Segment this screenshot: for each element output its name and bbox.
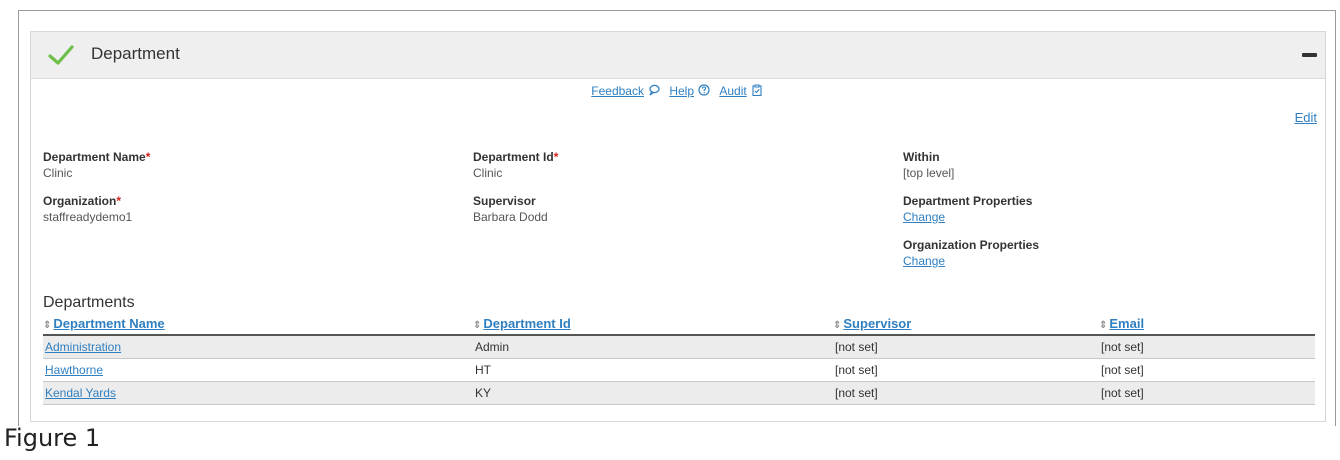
screenshot-frame: Department Feedback Help Audit Edit Depa… [18,10,1336,426]
department-id-cell: KY [473,381,833,405]
field-department-name: Department Name* Clinic [43,150,150,180]
department-id-cell: Admin [473,335,833,359]
field-organization: Organization* staffreadydemo1 [43,194,132,224]
help-circle-icon [698,84,710,96]
department-name-link[interactable]: Kendal Yards [45,386,116,400]
clipboard-check-icon [752,84,762,96]
field-value: Barbara Dodd [473,210,548,224]
email-cell: [not set] [1099,381,1315,405]
sort-icon: ⇕ [473,320,482,331]
field-label: Within [903,150,940,164]
card-title: Department [91,44,180,63]
required-marker: * [553,150,559,164]
department-card: Department Feedback Help Audit Edit Depa… [30,31,1326,422]
field-value: [top level] [903,166,955,180]
sort-icon: ⇕ [833,320,842,331]
departments-section-title: Departments [43,294,135,311]
department-name-link[interactable]: Administration [45,340,121,354]
required-marker: * [145,150,151,164]
help-link[interactable]: Help [669,84,694,98]
table-row[interactable]: Kendal Yards KY [not set] [not set] [43,381,1315,405]
email-cell: [not set] [1099,358,1315,382]
field-label: Department Name [43,150,146,164]
sort-icon: ⇕ [43,320,52,331]
feedback-link[interactable]: Feedback [591,84,644,98]
minus-icon[interactable] [1302,53,1317,57]
required-marker: * [116,194,122,208]
field-organization-properties: Organization Properties Change [903,238,1039,268]
organization-properties-change-link[interactable]: Change [903,254,1039,268]
table-header-row: ⇕ Department Name ⇕ Department Id ⇕ Supervi… [43,314,1315,336]
column-header-supervisor[interactable]: ⇕ Supervisor [833,314,1099,336]
field-label: Organization [43,194,117,208]
table-row[interactable]: Hawthorne HT [not set] [not set] [43,358,1315,382]
field-value: staffreadydemo1 [43,210,133,224]
field-department-properties: Department Properties Change [903,194,1032,224]
field-supervisor: Supervisor Barbara Dodd [473,194,548,224]
field-label: Department Properties [903,194,1033,208]
sort-icon: ⇕ [1099,320,1108,331]
audit-link[interactable]: Audit [719,84,746,98]
field-label: Organization Properties [903,238,1040,252]
field-department-id: Department Id* Clinic [473,150,558,180]
department-id-cell: HT [473,358,833,382]
email-cell: [not set] [1099,335,1315,359]
supervisor-cell: [not set] [833,358,1099,382]
supervisor-cell: [not set] [833,335,1099,359]
field-value: Clinic [473,166,503,180]
figure-caption: Figure 1 [4,424,101,452]
field-value: Clinic [43,166,73,180]
field-label: Department Id [473,150,554,164]
column-header-department-id[interactable]: ⇕ Department Id [473,314,833,336]
top-links: Feedback Help Audit [31,84,1325,98]
department-properties-change-link[interactable]: Change [903,210,1032,224]
field-within: Within [top level] [903,150,954,180]
departments-table: ⇕ Department Name ⇕ Department Id ⇕ Supervi… [43,314,1315,405]
column-header-email[interactable]: ⇕ Email [1099,314,1315,336]
check-icon [48,45,74,65]
table-row[interactable]: Administration Admin [not set] [not set] [43,335,1315,359]
column-header-department-name[interactable]: ⇕ Department Name [43,314,473,336]
supervisor-cell: [not set] [833,381,1099,405]
card-header[interactable]: Department [31,32,1325,79]
edit-link[interactable]: Edit [1295,110,1317,125]
department-name-link[interactable]: Hawthorne [45,363,103,377]
field-label: Supervisor [473,194,536,208]
speech-bubble-icon [649,84,660,96]
